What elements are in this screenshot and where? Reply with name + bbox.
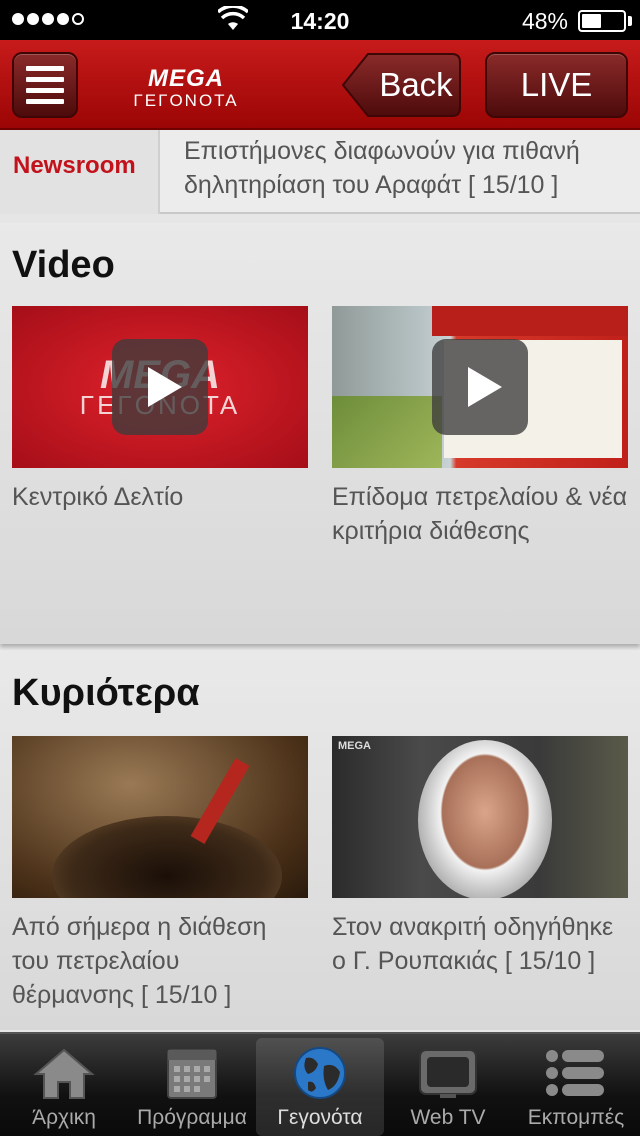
tab-label: Εκπομπές <box>527 1106 625 1129</box>
mega-watermark: MEGA <box>338 740 371 752</box>
oil-tank-graphic <box>52 816 282 898</box>
banknotes-graphic <box>332 396 442 468</box>
menu-icon <box>26 66 64 71</box>
video-title[interactable]: Κεντρικό Δελτίο <box>12 480 308 514</box>
tab-label: Web TV <box>410 1106 486 1129</box>
video-card[interactable]: MEGA ΓΕΓΟΝΟΤΑ Κεντρικό Δελτίο <box>12 306 308 514</box>
news-ticker[interactable]: Newsroom Επιστήμονες διαφωνούν για πιθαν… <box>0 130 640 214</box>
tab-bar: Άρχικη Πρόγραμμα Γεγονότα Web TV Εκπομπέ… <box>0 1032 640 1136</box>
tab-news[interactable]: Γεγονότα <box>256 1038 384 1136</box>
svg-text:MEGA: MEGA <box>148 65 224 92</box>
suspect-photo-circle <box>418 740 552 898</box>
story-card[interactable]: MEGA Στον ανακριτή οδηγήθηκε ο Γ. Ρουπακ… <box>332 736 628 978</box>
tab-label: Άρχικη <box>32 1106 96 1129</box>
battery-icon <box>578 10 626 32</box>
video-thumbnail[interactable]: MEGA ΓΕΓΟΝΟΤΑ <box>12 306 308 468</box>
live-button[interactable]: LIVE <box>485 52 628 118</box>
back-button-label: Back <box>379 66 453 103</box>
video-card[interactable]: Επίδομα πετρελαίου & νέα κριτήρια διάθεσ… <box>332 306 628 548</box>
tab-schedule[interactable]: Πρόγραμμα <box>128 1034 256 1136</box>
play-icon[interactable] <box>432 339 528 435</box>
story-card[interactable]: Από σήμερα η διάθεση του πετρελαίου θέρμ… <box>12 736 308 1012</box>
svg-text:ΓΕΓΟΝΟΤΑ: ΓΕΓΟΝΟΤΑ <box>133 91 238 108</box>
tab-web-tv[interactable]: Web TV <box>384 1034 512 1136</box>
mega-gegonota-logo: MEGA ΓΕΓΟΝΟΤΑ <box>133 65 238 108</box>
banner-graphic <box>432 306 628 336</box>
navigation-bar: MEGA ΓΕΓΟΝΟΤΑ Back LIVE <box>0 40 640 130</box>
tab-label: Γεγονότα <box>277 1106 363 1129</box>
globe-icon <box>294 1047 346 1099</box>
battery-percent: 48% <box>521 8 568 34</box>
story-title[interactable]: Στον ανακριτή οδηγήθηκε ο Γ. Ρουπακιάς [… <box>332 910 628 978</box>
story-thumbnail[interactable] <box>12 736 308 898</box>
video-title[interactable]: Επίδομα πετρελαίου & νέα κριτήρια διάθεσ… <box>332 480 628 548</box>
tab-label: Πρόγραμμα <box>137 1106 247 1129</box>
tab-shows[interactable]: Εκπομπές <box>512 1034 640 1136</box>
story-thumbnail[interactable]: MEGA <box>332 736 628 898</box>
tab-home[interactable]: Άρχικη <box>0 1034 128 1136</box>
calendar-icon <box>167 1049 217 1099</box>
section-title-top-stories: Κυριότερα <box>12 672 200 714</box>
video-thumbnail[interactable] <box>332 306 628 468</box>
video-section: Video MEGA ΓΕΓΟΝΟΤΑ Κεντρικό Δελτίο Επίδ… <box>0 222 640 644</box>
back-button[interactable]: Back <box>342 52 462 118</box>
menu-button[interactable] <box>12 52 78 118</box>
play-icon[interactable] <box>112 339 208 435</box>
ticker-headline[interactable]: Επιστήμονες διαφωνούν για πιθανή δηλητηρ… <box>184 134 634 202</box>
story-title[interactable]: Από σήμερα η διάθεση του πετρελαίου θέρμ… <box>12 910 308 1012</box>
list-icon <box>546 1050 604 1096</box>
section-title-video: Video <box>12 244 115 286</box>
home-icon <box>33 1048 95 1099</box>
tv-icon <box>419 1049 477 1098</box>
status-bar: 14:20 48% <box>0 0 640 40</box>
top-stories-section: Κυριότερα Από σήμερα η διάθεση του πετρε… <box>0 650 640 1030</box>
ticker-label: Newsroom <box>0 130 160 214</box>
